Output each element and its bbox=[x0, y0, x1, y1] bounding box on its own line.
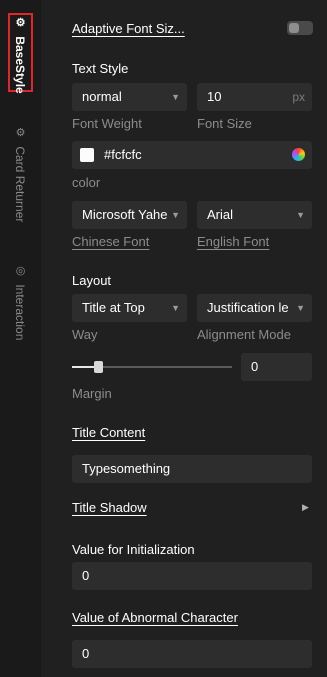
english-font-value: Arial bbox=[207, 207, 234, 222]
properties-panel: Adaptive Font Siz... Text Style normal ▼… bbox=[41, 0, 327, 677]
title-content-label: Title Content bbox=[72, 425, 146, 440]
caret-down-icon: ▼ bbox=[171, 210, 180, 220]
interaction-icon: ◎ bbox=[14, 264, 26, 277]
chinese-font-value: Microsoft Yahe bbox=[82, 207, 168, 222]
color-input[interactable]: #fcfcfc bbox=[72, 141, 312, 169]
chinese-font-label: Chinese Font bbox=[72, 234, 150, 249]
margin-label: Margin bbox=[72, 386, 112, 401]
chinese-font-select[interactable]: Microsoft Yahe ▼ bbox=[72, 201, 187, 229]
tab-card-returner[interactable]: ⚙ Card Returner bbox=[0, 124, 41, 234]
color-swatch[interactable] bbox=[80, 148, 94, 162]
caret-down-icon: ▼ bbox=[296, 303, 305, 313]
tab-card-returner-label: Card Returner bbox=[13, 146, 27, 223]
init-value-value: 0 bbox=[82, 568, 90, 583]
side-rail: ⚙ BaseStyle ⚙ Card Returner ◎ Interactio… bbox=[0, 0, 41, 677]
font-weight-value: normal bbox=[82, 89, 122, 104]
abnormal-char-input[interactable]: 0 bbox=[72, 640, 312, 668]
tab-basestyle-label: BaseStyle bbox=[13, 36, 27, 94]
title-shadow-label[interactable]: Title Shadow bbox=[72, 500, 147, 515]
text-style-heading: Text Style bbox=[72, 61, 129, 76]
font-size-label: Font Size bbox=[197, 116, 252, 131]
font-weight-label: Font Weight bbox=[72, 116, 142, 131]
init-value-label: Value for Initialization bbox=[72, 542, 195, 557]
font-size-unit: px bbox=[292, 90, 305, 104]
title-content-input[interactable]: Typesomething bbox=[72, 455, 312, 483]
sliders-icon: ⚙ bbox=[14, 16, 26, 29]
layout-heading: Layout bbox=[72, 273, 112, 288]
way-value: Title at Top bbox=[82, 300, 145, 315]
color-value: #fcfcfc bbox=[104, 147, 142, 162]
tab-interaction-label: Interaction bbox=[13, 284, 27, 341]
margin-value: 0 bbox=[251, 359, 259, 374]
margin-input[interactable]: 0 bbox=[241, 353, 312, 381]
adaptive-font-size-label: Adaptive Font Siz... bbox=[72, 21, 185, 36]
title-content-value: Typesomething bbox=[82, 461, 171, 476]
margin-slider-handle[interactable] bbox=[94, 361, 103, 373]
caret-right-icon[interactable]: ▶ bbox=[302, 502, 309, 513]
color-wheel-icon[interactable] bbox=[292, 148, 305, 161]
tab-basestyle[interactable]: ⚙ BaseStyle bbox=[0, 10, 41, 94]
font-size-value: 10 bbox=[207, 89, 222, 104]
adaptive-font-size-toggle[interactable] bbox=[287, 21, 313, 35]
way-label: Way bbox=[72, 327, 98, 342]
way-select[interactable]: Title at Top ▼ bbox=[72, 294, 187, 322]
alignment-mode-select[interactable]: Justification le ▼ bbox=[197, 294, 312, 322]
caret-down-icon: ▼ bbox=[171, 92, 180, 102]
sliders-icon: ⚙ bbox=[14, 126, 26, 139]
alignment-mode-label: Alignment Mode bbox=[197, 327, 291, 342]
alignment-mode-value: Justification le bbox=[207, 300, 289, 315]
init-value-input[interactable]: 0 bbox=[72, 562, 312, 590]
abnormal-char-label: Value of Abnormal Character bbox=[72, 610, 238, 625]
toggle-knob bbox=[289, 23, 299, 33]
abnormal-char-value: 0 bbox=[82, 646, 90, 661]
color-label: color bbox=[72, 175, 101, 190]
english-font-select[interactable]: Arial ▼ bbox=[197, 201, 312, 229]
font-weight-select[interactable]: normal ▼ bbox=[72, 83, 187, 111]
caret-down-icon: ▼ bbox=[296, 210, 305, 220]
tab-interaction[interactable]: ◎ Interaction bbox=[0, 262, 41, 352]
caret-down-icon: ▼ bbox=[171, 303, 180, 313]
english-font-label: English Font bbox=[197, 234, 270, 249]
font-size-input[interactable]: 10 px bbox=[197, 83, 312, 111]
